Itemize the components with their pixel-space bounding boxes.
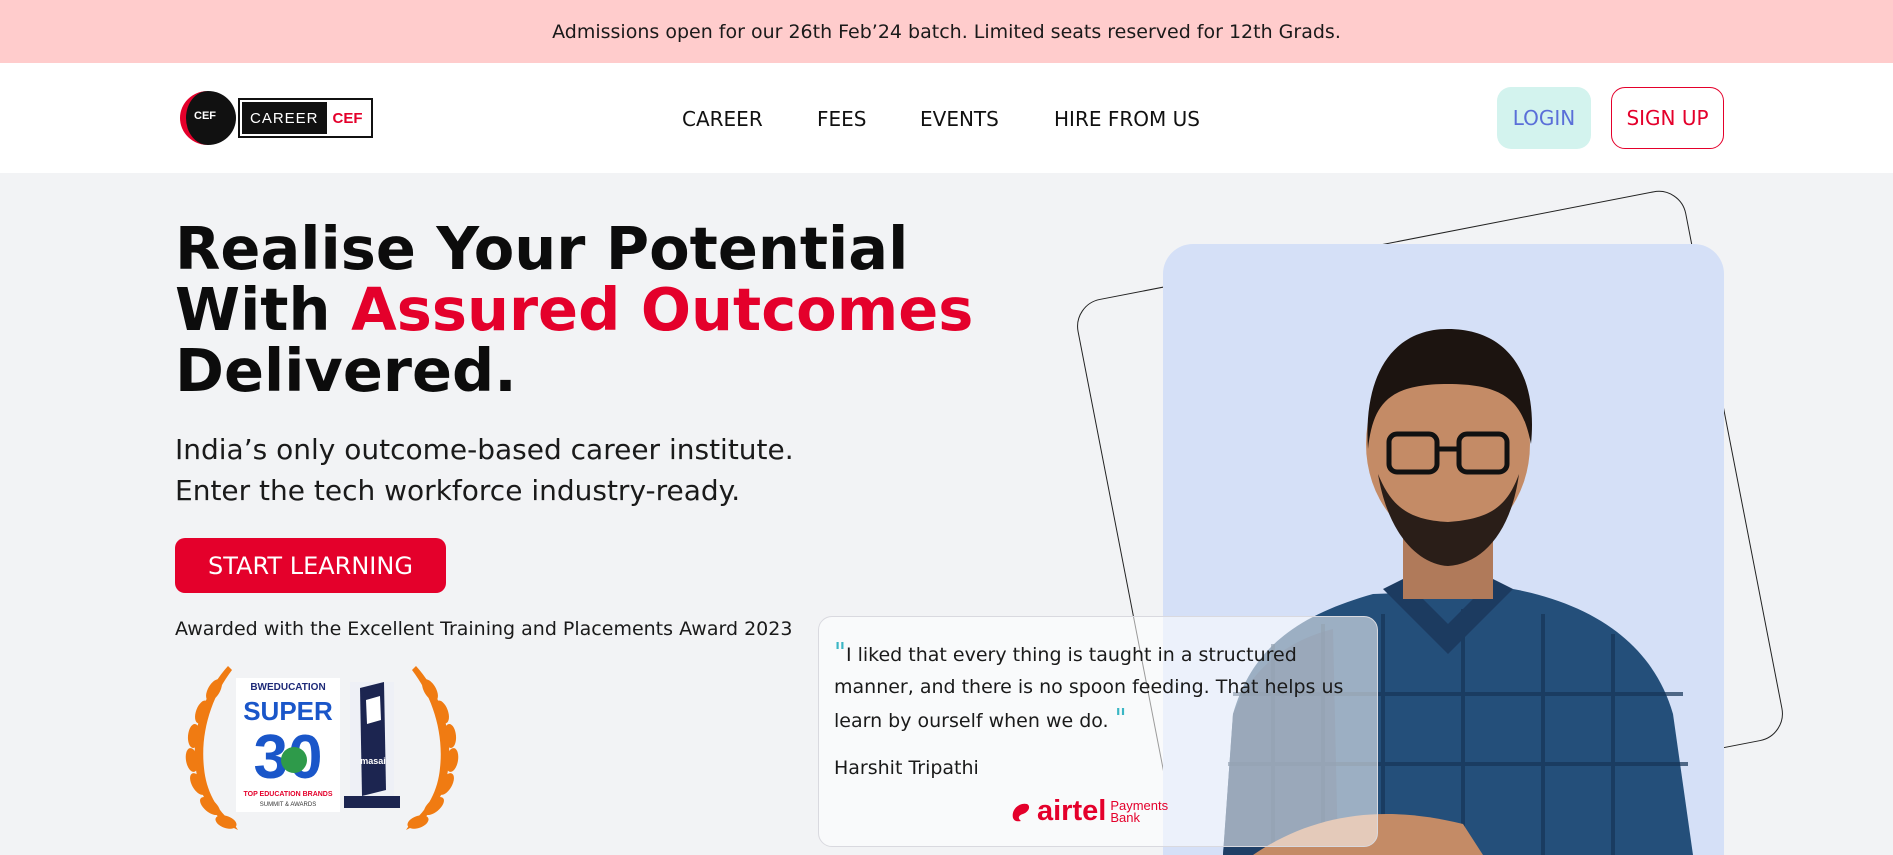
logo[interactable]: CEF CAREER CEF xyxy=(180,91,374,145)
nav-link-events[interactable]: EVENTS xyxy=(920,107,999,131)
badge-caption2: SUMMIT & AWARDS xyxy=(260,802,316,808)
hero-title: Realise Your Potential With Assured Outc… xyxy=(175,218,975,401)
nav-link-fees[interactable]: FEES xyxy=(817,107,866,131)
top-navbar: CEF CAREER CEF CAREER FEES EVENTS HIRE F… xyxy=(0,63,1893,173)
logo-circle-text: CEF xyxy=(194,110,216,122)
company-sub: Payments Bank xyxy=(1110,799,1168,825)
logo-cef-text: CEF xyxy=(332,109,363,127)
hero-title-line1: Realise Your Potential xyxy=(175,214,909,283)
badge-super: SUPER xyxy=(243,696,333,726)
testimonial-card: "I liked that every thing is taught in a… xyxy=(818,616,1378,847)
testimonial-name: Harshit Tripathi xyxy=(834,757,979,779)
testimonial-quote-text: I liked that every thing is taught in a … xyxy=(834,644,1344,732)
company-name: airtel xyxy=(1037,795,1107,827)
laurel-left-icon xyxy=(185,666,238,830)
testimonial-quote: "I liked that every thing is taught in a… xyxy=(834,637,1361,737)
logo-mark-icon: CEF xyxy=(180,91,236,145)
hero-title-accent: Assured Outcomes xyxy=(351,275,974,344)
award-text: Awarded with the Excellent Training and … xyxy=(175,618,793,640)
award-badge: BWEDUCATION SUPER 30 TOP EDUCATION BRAND… xyxy=(185,666,459,830)
open-quote-icon: " xyxy=(834,638,846,668)
announcement-text: Admissions open for our 26th Feb’24 batc… xyxy=(552,20,1341,43)
announcement-bar: Admissions open for our 26th Feb’24 batc… xyxy=(0,0,1893,63)
company-logo: airtel Payments Bank xyxy=(1009,795,1168,828)
hero-title-line3: Delivered. xyxy=(175,336,517,405)
badge-brand: BWEDUCATION xyxy=(250,682,325,693)
nav-link-hire-from-us[interactable]: HIRE FROM US xyxy=(1054,107,1200,131)
company-sub-line2: Bank xyxy=(1110,809,1140,825)
hero-subtitle-line1: India’s only outcome-based career instit… xyxy=(175,433,794,466)
graduation-cap-icon xyxy=(281,747,307,773)
trophy-text: masai xyxy=(360,756,386,766)
laurel-right-icon xyxy=(406,666,459,830)
nav-link-career[interactable]: CAREER xyxy=(682,107,763,131)
airtel-swirl-icon xyxy=(1012,803,1030,821)
login-button[interactable]: LOGIN xyxy=(1497,87,1591,149)
badge-caption1: TOP EDUCATION BRANDS xyxy=(243,791,332,798)
close-quote-icon: " xyxy=(1114,704,1127,734)
hero-title-with: With xyxy=(175,275,352,344)
logo-wordmark: CAREER CEF xyxy=(238,98,373,138)
logo-career-text: CAREER xyxy=(242,102,327,134)
hero-subtitle: India’s only outcome-based career instit… xyxy=(175,429,794,511)
signup-button[interactable]: SIGN UP xyxy=(1611,87,1724,149)
hero-subtitle-line2: Enter the tech workforce industry-ready. xyxy=(175,474,741,507)
trophy-icon xyxy=(344,682,400,808)
start-learning-button[interactable]: START LEARNING xyxy=(175,538,446,593)
